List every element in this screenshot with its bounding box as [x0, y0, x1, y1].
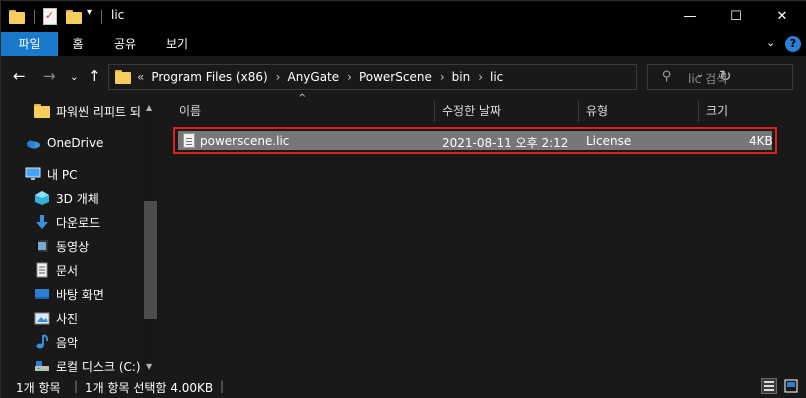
nav-item-label: 문서 [56, 263, 79, 278]
breadcrumb-powerscene[interactable]: PowerScene [359, 70, 432, 84]
table-row[interactable]: powerscene.lic 2021-08-11 오후 2:12 Licens… [173, 127, 777, 154]
nav-item-label: 파워씬 리피트 되 [56, 104, 141, 119]
chevron-right-icon[interactable]: › [440, 70, 445, 84]
nav-item-label: 음악 [56, 335, 79, 350]
separator [101, 10, 102, 24]
breadcrumb-lic[interactable]: lic [490, 70, 503, 84]
overflow-crumb[interactable]: « [137, 70, 144, 84]
nav-item-label: OneDrive [47, 136, 104, 150]
title-bar: ▾ lic — ☐ ✕ [1, 1, 806, 32]
onedrive-icon [25, 135, 41, 151]
scroll-up-icon[interactable]: ▲ [146, 103, 152, 112]
tab-share[interactable]: 공유 [101, 32, 149, 56]
chevron-right-icon[interactable]: › [478, 70, 483, 84]
search-icon: ⚲ [662, 69, 672, 84]
search-box[interactable]: ⚲ lic 검색 [647, 64, 793, 90]
forward-button[interactable]: → [43, 67, 56, 85]
column-header-type[interactable]: 유형 [578, 98, 698, 124]
explorer-window: ▾ lic — ☐ ✕ 파일 홈 공유 보기 ⌄ ? ← → ⌄ ↑ « Pro… [0, 0, 806, 398]
file-type: License [586, 134, 632, 148]
nav-item-this-pc[interactable]: 내 PC [25, 163, 77, 185]
row-selection-highlight: powerscene.lic 2021-08-11 오후 2:12 Licens… [178, 131, 773, 150]
nav-item-local-disk[interactable]: 로컬 디스크 (C:) [34, 355, 141, 373]
file-name[interactable]: powerscene.lic [200, 134, 289, 148]
document-icon [34, 262, 50, 278]
nav-item-videos[interactable]: 동영상 [34, 235, 89, 257]
chevron-right-icon[interactable]: › [276, 70, 281, 84]
tab-home[interactable]: 홈 [59, 32, 97, 56]
nav-item-downloads[interactable]: 다운로드 [34, 211, 100, 233]
nav-item-label: 내 PC [47, 167, 78, 182]
desktop-icon [34, 286, 50, 302]
expand-ribbon-icon[interactable]: ⌄ [766, 36, 775, 49]
ribbon-tabs: 파일 홈 공유 보기 ⌄ ? [1, 32, 806, 56]
folder-icon [34, 103, 50, 119]
tab-view[interactable]: 보기 [153, 32, 201, 56]
status-item-count: 1개 항목 [16, 381, 61, 395]
nav-item-3d-objects[interactable]: 3D 개체 [34, 187, 99, 209]
customize-quick-access-icon[interactable]: ▾ [87, 7, 92, 18]
music-icon [34, 334, 50, 350]
nav-item-label: 다운로드 [56, 215, 101, 230]
nav-item-pictures[interactable]: 사진 [34, 307, 78, 329]
column-header-modified[interactable]: 수정한 날짜 [434, 98, 578, 124]
nav-item-label: 동영상 [56, 239, 90, 254]
search-input[interactable]: lic 검색 [688, 70, 727, 87]
properties-icon[interactable] [43, 8, 57, 25]
sort-ascending-icon: ^ [298, 93, 307, 104]
maximize-button[interactable]: ☐ [713, 1, 759, 32]
separator [34, 10, 35, 24]
scroll-down-icon[interactable]: ▼ [146, 362, 152, 371]
folder-icon [9, 8, 25, 26]
file-size: 4KB [749, 134, 773, 148]
recent-locations-button[interactable]: ⌄ [70, 69, 78, 87]
details-view-button[interactable] [761, 378, 777, 394]
3d-objects-icon [34, 190, 50, 206]
scrollbar-thumb[interactable] [144, 201, 157, 319]
minimize-button[interactable]: — [667, 1, 713, 32]
navigation-bar: ← → ⌄ ↑ « Program Files (x86) › AnyGate … [1, 56, 806, 98]
license-file-icon [183, 133, 195, 148]
folder-icon [115, 70, 131, 84]
nav-item-label: 바탕 화면 [56, 287, 104, 302]
file-list: 이름 ^ 수정한 날짜 유형 크기 powerscene.lic 2021-08… [159, 93, 806, 373]
drive-icon [34, 358, 50, 373]
breadcrumb-program-files[interactable]: Program Files (x86) [151, 70, 267, 84]
new-folder-icon[interactable] [66, 8, 82, 26]
nav-item-desktop[interactable]: 바탕 화면 [34, 283, 104, 305]
close-button[interactable]: ✕ [759, 1, 805, 32]
file-modified: 2021-08-11 오후 2:12 [442, 136, 569, 150]
separator: | [74, 379, 79, 393]
nav-item-onedrive[interactable]: OneDrive [25, 132, 103, 154]
status-bar: 1개 항목 | 1개 항목 선택함 4.00KB | [1, 373, 806, 398]
nav-item-label: 사진 [56, 311, 79, 326]
separator: | [220, 379, 225, 393]
address-bar[interactable]: « Program Files (x86) › AnyGate › PowerS… [108, 64, 732, 90]
back-button[interactable]: ← [13, 67, 26, 85]
nav-item-label: 로컬 디스크 (C:) [56, 359, 141, 374]
breadcrumb-anygate[interactable]: AnyGate [287, 70, 339, 84]
chevron-right-icon[interactable]: › [347, 70, 352, 84]
pictures-icon [34, 310, 50, 326]
download-icon [34, 214, 50, 230]
nav-item-music[interactable]: 음악 [34, 331, 78, 353]
nav-item-documents[interactable]: 문서 [34, 259, 78, 281]
breadcrumb-bin[interactable]: bin [452, 70, 471, 84]
pc-icon [25, 166, 41, 182]
nav-item-label: 3D 개체 [56, 191, 99, 206]
large-icons-view-icon [784, 379, 798, 393]
up-button[interactable]: ↑ [88, 67, 101, 85]
window-title: lic [111, 8, 125, 22]
navigation-pane: 파워씬 리피트 되 OneDrive 내 PC 3D 개체 다운로드 동영상 문… [1, 98, 159, 373]
column-header-size[interactable]: 크기 [698, 98, 778, 124]
help-icon[interactable]: ? [785, 36, 801, 52]
tab-file[interactable]: 파일 [1, 32, 58, 56]
status-selection: 1개 항목 선택함 4.00KB [85, 381, 214, 395]
nav-item-pinned-folder[interactable]: 파워씬 리피트 되 [34, 100, 141, 122]
details-view-icon [764, 381, 774, 391]
video-icon [34, 238, 50, 254]
large-icons-view-button[interactable] [783, 378, 799, 394]
